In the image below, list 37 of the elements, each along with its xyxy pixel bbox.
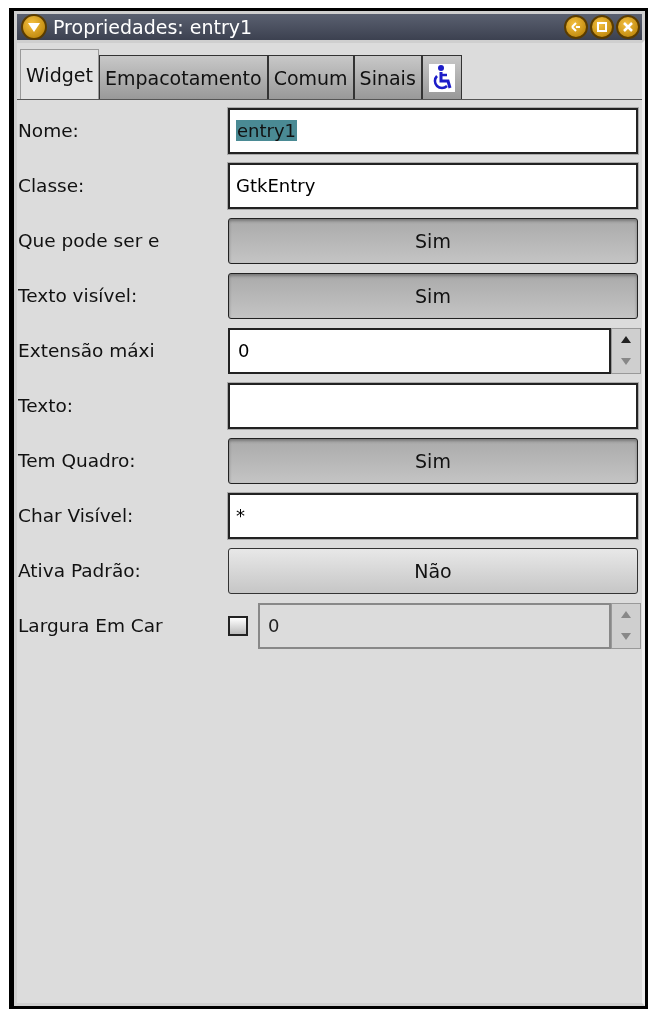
text-field[interactable] (228, 382, 638, 429)
window-title: Propriedades: entry1 (53, 16, 254, 38)
maximize-icon (596, 21, 608, 33)
property-label: Texto: (18, 395, 74, 416)
property-label: Classe: (18, 175, 86, 196)
property-label: Ativa Padrão: (18, 560, 142, 581)
triangle-down-icon (27, 21, 41, 33)
maximize-button[interactable] (590, 15, 614, 39)
arrow-left-icon (570, 21, 582, 33)
accessibility-tab[interactable] (421, 55, 462, 99)
property-label: Char Visível: (18, 505, 135, 526)
restore-button[interactable] (564, 15, 588, 39)
toggle-button[interactable]: Sim (228, 217, 638, 264)
tab[interactable]: Sinais (353, 55, 422, 99)
tab[interactable]: Empacotamento (98, 55, 268, 99)
window-menu-button[interactable] (21, 14, 47, 40)
toggle-button[interactable]: Não (228, 547, 638, 594)
text-field[interactable]: * (228, 492, 638, 539)
text-field[interactable]: entry1 (228, 107, 638, 154)
property-label: Texto visível: (18, 285, 139, 306)
toggle-button[interactable]: Sim (228, 437, 638, 484)
toggle-button[interactable]: Sim (228, 272, 638, 319)
property-label: Tem Quadro: (18, 450, 137, 471)
field-value: * (236, 505, 245, 526)
field-value: entry1 (236, 120, 298, 141)
close-icon (622, 21, 634, 33)
wheelchair-icon (428, 63, 455, 92)
text-field[interactable]: GtkEntry (228, 162, 638, 209)
property-label: Largura Em Car (18, 615, 164, 636)
spin-arrows[interactable] (611, 327, 641, 374)
field-value: GtkEntry (236, 175, 316, 196)
close-button[interactable] (616, 15, 640, 39)
tab[interactable]: Widget (20, 49, 99, 99)
property-label: Que pode ser e (18, 230, 161, 251)
property-label: Extensão máxi (18, 340, 156, 361)
property-label: Nome: (18, 120, 80, 141)
tab[interactable]: Comum (267, 55, 354, 99)
